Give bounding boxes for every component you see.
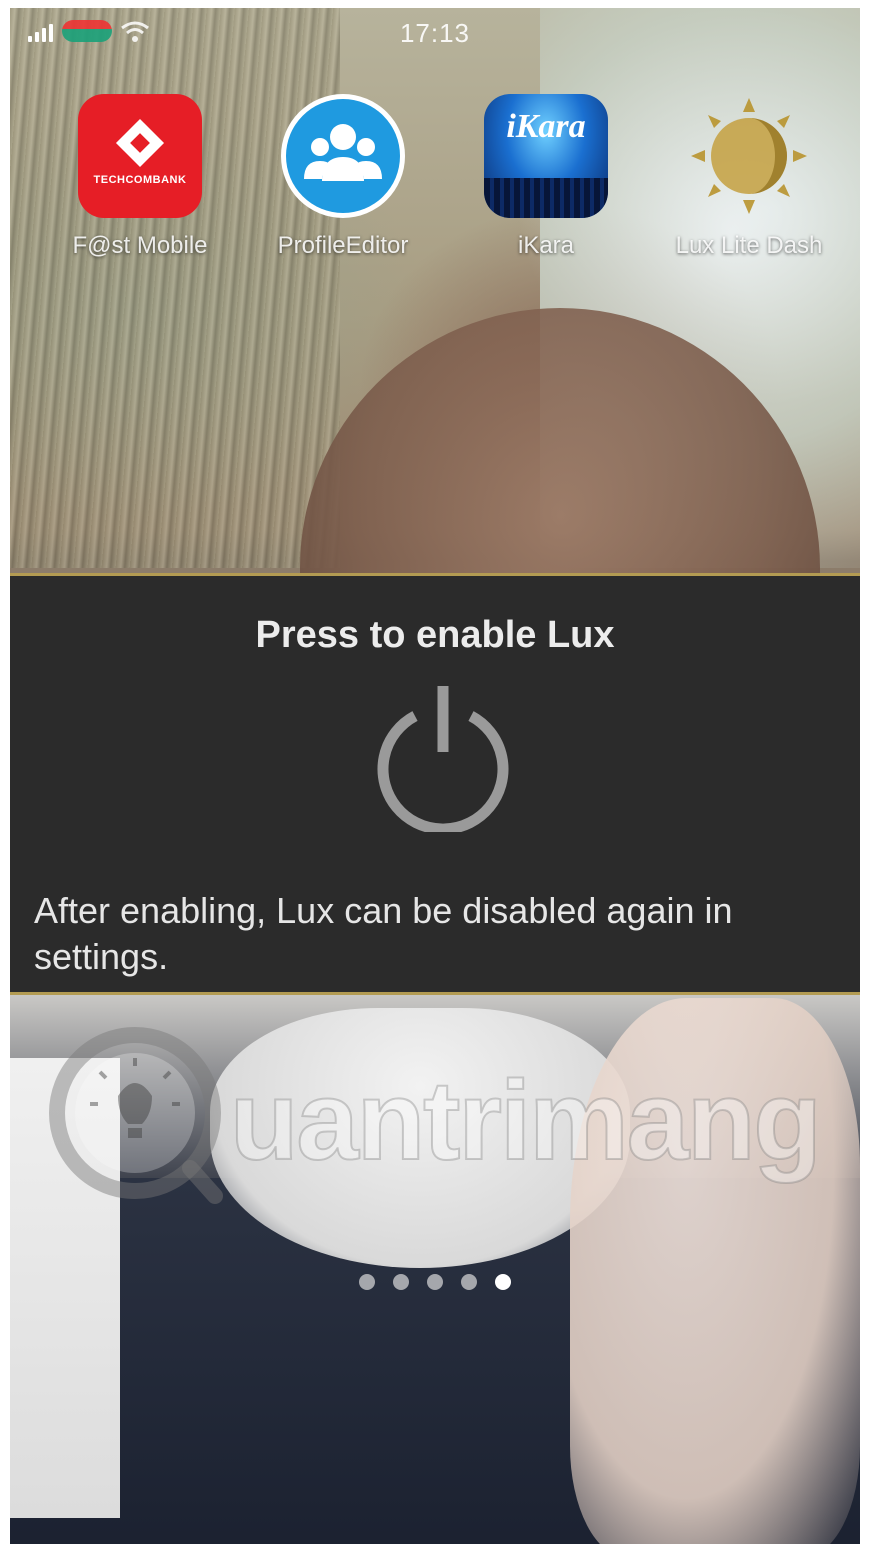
techcombank-logo-text: TECHCOMBANK [93, 174, 187, 186]
status-bar: 17:13 [10, 8, 860, 54]
status-clock: 17:13 [399, 18, 471, 48]
app-label: Lux Lite Dash [675, 232, 823, 259]
wallpaper-tree [10, 8, 340, 568]
app-profile-editor[interactable]: ProfileEditor [238, 94, 448, 260]
app-lux-lite-dash[interactable]: Lux Lite Dash [644, 94, 854, 260]
app-row: TECHCOMBANK F@st Mobile ProfileEditor iK… [10, 94, 860, 284]
sun-icon[interactable] [687, 94, 811, 218]
page-dot[interactable] [359, 1274, 375, 1290]
ikara-logo-text: iKara [506, 108, 586, 145]
app-label: ProfileEditor [277, 232, 409, 259]
watermark: uantrimang [40, 1018, 860, 1218]
page-dot[interactable] [461, 1274, 477, 1290]
ikara-icon[interactable]: iKara [484, 94, 608, 218]
techcombank-icon[interactable]: TECHCOMBANK [78, 94, 202, 218]
lux-dialog-note: After enabling, Lux can be disabled agai… [34, 890, 733, 977]
page-dot[interactable] [393, 1274, 409, 1290]
lux-enable-dialog: Press to enable Lux After enabling, Lux … [10, 573, 860, 995]
lightbulb-logo-icon [49, 1027, 223, 1204]
home-screen: 17:13 TECHCOMBANK F@st Mobile ProfileEdi… [10, 8, 860, 1544]
app-label: F@st Mobile [72, 232, 208, 259]
page-dot[interactable] [495, 1274, 511, 1290]
lux-dialog-title: Press to enable Lux [255, 614, 615, 656]
app-label: iKara [517, 232, 575, 259]
app-fast-mobile[interactable]: TECHCOMBANK F@st Mobile [35, 94, 245, 260]
app-ikara[interactable]: iKara iKara [441, 94, 651, 260]
power-icon [377, 686, 509, 835]
page-indicator [10, 1274, 860, 1290]
page-dot[interactable] [427, 1274, 443, 1290]
watermark-text: uantrimang [229, 1057, 823, 1184]
profile-editor-icon[interactable] [281, 94, 405, 218]
power-button[interactable] [370, 686, 516, 835]
